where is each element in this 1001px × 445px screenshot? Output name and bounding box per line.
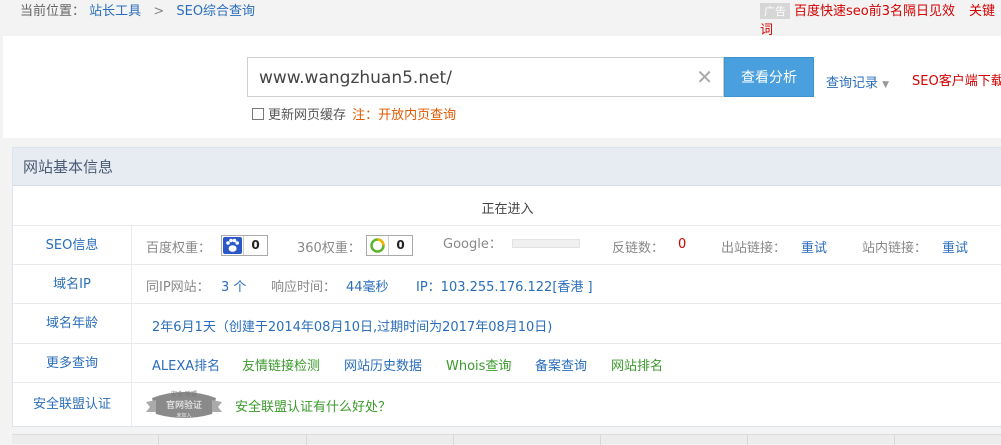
breadcrumb-separator: > bbox=[153, 4, 165, 19]
update-cache-label[interactable]: 更新网页缓存 bbox=[268, 108, 346, 123]
domain-ip-label: 域名IP bbox=[13, 265, 132, 303]
note-prefix: 注： bbox=[352, 108, 379, 123]
baidu-paw-icon bbox=[223, 237, 242, 254]
ad-tag: 广告 bbox=[760, 3, 790, 19]
seo-client-download-link[interactable]: SEO客户端下载 bbox=[912, 70, 1001, 89]
alexa-rank-link[interactable]: ALEXA排名 bbox=[152, 355, 220, 374]
url-search-value[interactable]: www.wangzhuan5.net/ bbox=[259, 68, 452, 88]
google-pr-bar bbox=[512, 239, 580, 248]
same-ip-label: 同IP网站： bbox=[146, 280, 210, 295]
backlinks-label: 反链数： bbox=[612, 241, 665, 256]
caret-down-icon[interactable]: ▼ bbox=[882, 80, 889, 90]
so360-weight-badge[interactable]: 0 bbox=[366, 235, 413, 256]
so360-logo-icon bbox=[368, 237, 387, 254]
so360-weight-value: 0 bbox=[388, 236, 412, 255]
more-queries-label: 更多查询 bbox=[13, 344, 132, 382]
ad-link[interactable]: 百度快速seo前3名隔日见效 bbox=[794, 4, 955, 19]
cache-option: 更新网页缓存 注：开放内页查询 bbox=[252, 104, 456, 123]
site-history-link[interactable]: 网站历史数据 bbox=[344, 355, 422, 374]
response-time-label: 响应时间： bbox=[271, 280, 337, 295]
ad-banner: 广告 百度快速seo前3名隔日见效 关键词 bbox=[760, 0, 1001, 38]
top-bar: 当前位置： 站长工具 > SEO综合查询 广告 百度快速seo前3名隔日见效 关键词 bbox=[0, 0, 1001, 38]
outlinks-retry-link[interactable]: 重试 bbox=[801, 237, 827, 256]
search-panel: www.wangzhuan5.net/ ✕ 查看分析 查询记录 ▼ SEO客户端… bbox=[3, 36, 1001, 138]
more-queries-row: 更多查询 ALEXA排名 友情链接检测 网站历史数据 Whois查询 备案查询 … bbox=[13, 344, 1001, 383]
friend-links-check-link[interactable]: 友情链接检测 bbox=[242, 355, 320, 374]
breadcrumb: 当前位置： 站长工具 > SEO综合查询 bbox=[20, 0, 255, 19]
seo-info-row: SEO信息 百度权重： 0 360权重： 0 Google： 反链数： 0 出站… bbox=[13, 226, 1001, 265]
query-history-label[interactable]: 查询记录 bbox=[826, 76, 878, 91]
breadcrumb-link-seo[interactable]: SEO综合查询 bbox=[176, 4, 255, 19]
analyze-button[interactable]: 查看分析 bbox=[724, 57, 814, 97]
site-info-panel: 网站基本信息 正在进入 SEO信息 百度权重： 0 360权重： 0 Googl… bbox=[12, 147, 1001, 427]
security-benefits-link[interactable]: 安全联盟认证有什么好处？ bbox=[235, 396, 391, 415]
seo-info-label: SEO信息 bbox=[13, 226, 132, 264]
security-alliance-label: 安全联盟认证 bbox=[13, 383, 132, 426]
inlinks-retry-link[interactable]: 重试 bbox=[942, 237, 968, 256]
same-ip-count-link[interactable]: 3 个 bbox=[221, 276, 246, 295]
outlinks-label: 出站链接： bbox=[721, 241, 787, 256]
seal-text: 官网验证 bbox=[166, 399, 202, 411]
inlinks-label: 站内链接： bbox=[862, 241, 928, 256]
whois-query-link[interactable]: Whois查询 bbox=[446, 355, 511, 374]
google-label: Google： bbox=[443, 237, 502, 252]
site-info-title: 网站基本信息 bbox=[13, 148, 1001, 186]
domain-age-value[interactable]: 2年6月1天（创建于2014年08月10日,过期时间为2017年08月10日) bbox=[152, 316, 552, 335]
seal-bottom-text: 未加入 bbox=[176, 412, 191, 419]
query-history-dropdown[interactable]: 查询记录 ▼ bbox=[826, 72, 889, 91]
inner-page-query-link[interactable]: 开放内页查询 bbox=[378, 108, 456, 123]
breadcrumb-label: 当前位置： bbox=[20, 4, 86, 19]
response-time-value: 44毫秒 bbox=[346, 280, 389, 295]
site-rank-link[interactable]: 网站排名 bbox=[611, 355, 663, 374]
status-text: 正在进入 bbox=[481, 202, 534, 217]
url-search-input[interactable]: www.wangzhuan5.net/ ✕ bbox=[247, 57, 724, 97]
clear-icon[interactable]: ✕ bbox=[696, 65, 713, 89]
status-row: 正在进入 bbox=[13, 186, 1001, 226]
domain-ip-row: 域名IP 同IP网站： 3 个 响应时间： 44毫秒 IP：103.255.17… bbox=[13, 265, 1001, 304]
baidu-weight-badge[interactable]: 0 bbox=[221, 235, 268, 256]
backlinks-value[interactable]: 0 bbox=[678, 237, 686, 252]
seal-top-text: 安全 联盟 bbox=[171, 390, 197, 398]
breadcrumb-link-tools[interactable]: 站长工具 bbox=[89, 4, 141, 19]
security-seal-badge[interactable]: 官网验证 安全 联盟 未加入 bbox=[142, 388, 226, 419]
domain-age-label: 域名年龄 bbox=[13, 304, 132, 343]
ip-address-link[interactable]: IP：103.255.176.122[香港 ] bbox=[416, 276, 593, 295]
baidu-weight-label: 百度权重： bbox=[146, 241, 212, 256]
icp-query-link[interactable]: 备案查询 bbox=[535, 355, 587, 374]
baidu-weight-value: 0 bbox=[243, 236, 267, 255]
so360-weight-label: 360权重： bbox=[297, 241, 361, 256]
security-alliance-row: 安全联盟认证 官网验证 安全 联盟 未加入 安全联盟认证有什么好处？ bbox=[13, 383, 1001, 426]
next-table-header bbox=[12, 434, 1001, 445]
update-cache-checkbox[interactable] bbox=[252, 108, 264, 120]
domain-age-row: 域名年龄 2年6月1天（创建于2014年08月10日,过期时间为2017年08月… bbox=[13, 304, 1001, 344]
